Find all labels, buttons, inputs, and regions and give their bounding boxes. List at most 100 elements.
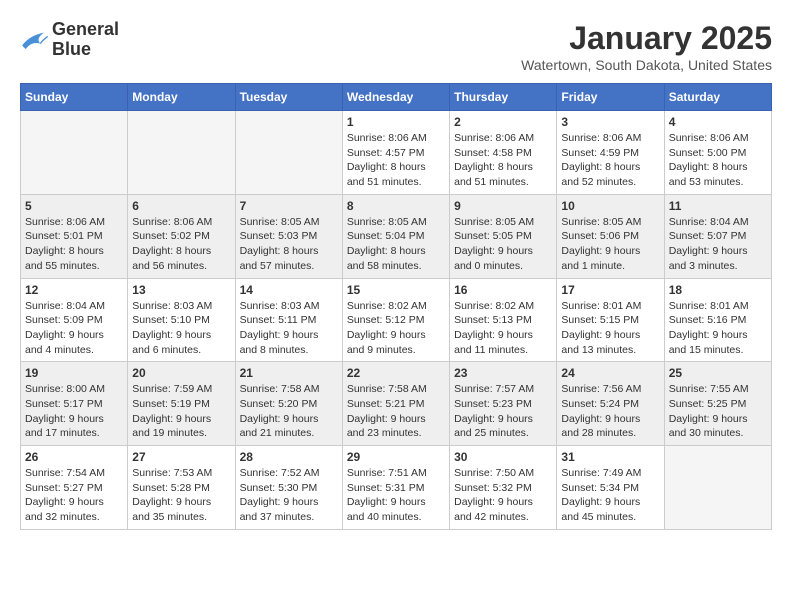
- calendar-cell: 13 Sunrise: 8:03 AM Sunset: 5:10 PM Dayli…: [128, 278, 235, 362]
- day-info: Sunrise: 8:05 AM Sunset: 5:03 PM Dayligh…: [240, 215, 338, 274]
- calendar-cell: [128, 111, 235, 195]
- day-info: Sunrise: 8:04 AM Sunset: 5:09 PM Dayligh…: [25, 299, 123, 358]
- day-number: 2: [454, 115, 552, 129]
- day-info: Sunrise: 7:57 AM Sunset: 5:23 PM Dayligh…: [454, 382, 552, 441]
- day-number: 26: [25, 450, 123, 464]
- day-header-monday: Monday: [128, 84, 235, 111]
- calendar-cell: 17 Sunrise: 8:01 AM Sunset: 5:15 PM Dayli…: [557, 278, 664, 362]
- calendar-cell: 1 Sunrise: 8:06 AM Sunset: 4:57 PM Daylig…: [342, 111, 449, 195]
- calendar-week-row: 26 Sunrise: 7:54 AM Sunset: 5:27 PM Dayli…: [21, 446, 772, 530]
- day-number: 9: [454, 199, 552, 213]
- day-number: 3: [561, 115, 659, 129]
- day-header-thursday: Thursday: [450, 84, 557, 111]
- day-header-saturday: Saturday: [664, 84, 771, 111]
- day-number: 13: [132, 283, 230, 297]
- day-number: 11: [669, 199, 767, 213]
- calendar-cell: 23Sunrise: 7:57 AM Sunset: 5:23 PM Dayli…: [450, 362, 557, 446]
- day-info: Sunrise: 7:51 AM Sunset: 5:31 PM Dayligh…: [347, 466, 445, 525]
- day-number: 17: [561, 283, 659, 297]
- day-number: 24: [561, 366, 659, 380]
- calendar-cell: 19 Sunrise: 8:00 AM Sunset: 5:17 PM Dayli…: [21, 362, 128, 446]
- day-info: Sunrise: 7:49 AM Sunset: 5:34 PM Dayligh…: [561, 466, 659, 525]
- day-header-sunday: Sunday: [21, 84, 128, 111]
- calendar-cell: 14 Sunrise: 8:03 AM Sunset: 5:11 PM Dayli…: [235, 278, 342, 362]
- day-info: Sunrise: 8:04 AM Sunset: 5:07 PM Dayligh…: [669, 215, 767, 274]
- location: Watertown, South Dakota, United States: [521, 57, 772, 73]
- day-number: 8: [347, 199, 445, 213]
- day-info: Sunrise: 8:06 AM Sunset: 4:59 PM Dayligh…: [561, 131, 659, 190]
- day-number: 5: [25, 199, 123, 213]
- day-number: 19: [25, 366, 123, 380]
- day-number: 1: [347, 115, 445, 129]
- day-number: 20: [132, 366, 230, 380]
- day-info: Sunrise: 8:06 AM Sunset: 5:02 PM Dayligh…: [132, 215, 230, 274]
- calendar-cell: 20Sunrise: 7:59 AM Sunset: 5:19 PM Dayli…: [128, 362, 235, 446]
- day-info: Sunrise: 8:05 AM Sunset: 5:05 PM Dayligh…: [454, 215, 552, 274]
- calendar-week-row: 1 Sunrise: 8:06 AM Sunset: 4:57 PM Daylig…: [21, 111, 772, 195]
- day-info: Sunrise: 8:06 AM Sunset: 4:58 PM Dayligh…: [454, 131, 552, 190]
- day-number: 6: [132, 199, 230, 213]
- calendar-cell: 8 Sunrise: 8:05 AM Sunset: 5:04 PM Daylig…: [342, 194, 449, 278]
- calendar-cell: [235, 111, 342, 195]
- day-info: Sunrise: 8:06 AM Sunset: 4:57 PM Dayligh…: [347, 131, 445, 190]
- day-number: 31: [561, 450, 659, 464]
- calendar-cell: 11 Sunrise: 8:04 AM Sunset: 5:07 PM Dayli…: [664, 194, 771, 278]
- calendar-cell: 10 Sunrise: 8:05 AM Sunset: 5:06 PM Dayli…: [557, 194, 664, 278]
- day-number: 18: [669, 283, 767, 297]
- day-number: 15: [347, 283, 445, 297]
- calendar-cell: 9 Sunrise: 8:05 AM Sunset: 5:05 PM Daylig…: [450, 194, 557, 278]
- calendar-cell: 2 Sunrise: 8:06 AM Sunset: 4:58 PM Daylig…: [450, 111, 557, 195]
- day-info: Sunrise: 8:02 AM Sunset: 5:13 PM Dayligh…: [454, 299, 552, 358]
- calendar-cell: 12 Sunrise: 8:04 AM Sunset: 5:09 PM Dayli…: [21, 278, 128, 362]
- day-info: Sunrise: 8:02 AM Sunset: 5:12 PM Dayligh…: [347, 299, 445, 358]
- logo-icon: [20, 29, 48, 51]
- day-number: 7: [240, 199, 338, 213]
- day-number: 16: [454, 283, 552, 297]
- day-info: Sunrise: 7:56 AM Sunset: 5:24 PM Dayligh…: [561, 382, 659, 441]
- calendar-week-row: 19 Sunrise: 8:00 AM Sunset: 5:17 PM Dayli…: [21, 362, 772, 446]
- day-info: Sunrise: 8:06 AM Sunset: 5:01 PM Dayligh…: [25, 215, 123, 274]
- calendar-cell: 3 Sunrise: 8:06 AM Sunset: 4:59 PM Daylig…: [557, 111, 664, 195]
- logo: General Blue: [20, 20, 119, 60]
- day-info: Sunrise: 7:52 AM Sunset: 5:30 PM Dayligh…: [240, 466, 338, 525]
- title-section: January 2025 Watertown, South Dakota, Un…: [521, 20, 772, 73]
- logo-text: General Blue: [52, 20, 119, 60]
- day-info: Sunrise: 8:01 AM Sunset: 5:15 PM Dayligh…: [561, 299, 659, 358]
- day-info: Sunrise: 7:55 AM Sunset: 5:25 PM Dayligh…: [669, 382, 767, 441]
- calendar-cell: 18Sunrise: 8:01 AM Sunset: 5:16 PM Dayli…: [664, 278, 771, 362]
- day-info: Sunrise: 8:00 AM Sunset: 5:17 PM Dayligh…: [25, 382, 123, 441]
- calendar-cell: [664, 446, 771, 530]
- day-number: 30: [454, 450, 552, 464]
- day-info: Sunrise: 8:03 AM Sunset: 5:11 PM Dayligh…: [240, 299, 338, 358]
- calendar: SundayMondayTuesdayWednesdayThursdayFrid…: [20, 83, 772, 530]
- day-number: 14: [240, 283, 338, 297]
- day-info: Sunrise: 7:58 AM Sunset: 5:20 PM Dayligh…: [240, 382, 338, 441]
- calendar-cell: 27Sunrise: 7:53 AM Sunset: 5:28 PM Dayli…: [128, 446, 235, 530]
- day-info: Sunrise: 8:05 AM Sunset: 5:04 PM Dayligh…: [347, 215, 445, 274]
- day-number: 12: [25, 283, 123, 297]
- day-number: 25: [669, 366, 767, 380]
- calendar-cell: 28 Sunrise: 7:52 AM Sunset: 5:30 PM Dayli…: [235, 446, 342, 530]
- page-container: General Blue January 2025 Watertown, Sou…: [20, 20, 772, 530]
- calendar-header-row: SundayMondayTuesdayWednesdayThursdayFrid…: [21, 84, 772, 111]
- day-header-tuesday: Tuesday: [235, 84, 342, 111]
- day-info: Sunrise: 8:05 AM Sunset: 5:06 PM Dayligh…: [561, 215, 659, 274]
- header: General Blue January 2025 Watertown, Sou…: [20, 20, 772, 73]
- calendar-cell: 7 Sunrise: 8:05 AM Sunset: 5:03 PM Daylig…: [235, 194, 342, 278]
- calendar-cell: 4Sunrise: 8:06 AM Sunset: 5:00 PM Daylig…: [664, 111, 771, 195]
- calendar-cell: 16 Sunrise: 8:02 AM Sunset: 5:13 PM Dayli…: [450, 278, 557, 362]
- calendar-cell: 30Sunrise: 7:50 AM Sunset: 5:32 PM Dayli…: [450, 446, 557, 530]
- calendar-cell: 21Sunrise: 7:58 AM Sunset: 5:20 PM Dayli…: [235, 362, 342, 446]
- month-year: January 2025: [521, 20, 772, 57]
- calendar-week-row: 12 Sunrise: 8:04 AM Sunset: 5:09 PM Dayli…: [21, 278, 772, 362]
- day-info: Sunrise: 8:03 AM Sunset: 5:10 PM Dayligh…: [132, 299, 230, 358]
- day-number: 27: [132, 450, 230, 464]
- day-header-wednesday: Wednesday: [342, 84, 449, 111]
- day-info: Sunrise: 7:54 AM Sunset: 5:27 PM Dayligh…: [25, 466, 123, 525]
- calendar-cell: 31 Sunrise: 7:49 AM Sunset: 5:34 PM Dayli…: [557, 446, 664, 530]
- day-number: 10: [561, 199, 659, 213]
- day-header-friday: Friday: [557, 84, 664, 111]
- calendar-cell: 26 Sunrise: 7:54 AM Sunset: 5:27 PM Dayli…: [21, 446, 128, 530]
- day-number: 28: [240, 450, 338, 464]
- logo-line2: Blue: [52, 40, 119, 60]
